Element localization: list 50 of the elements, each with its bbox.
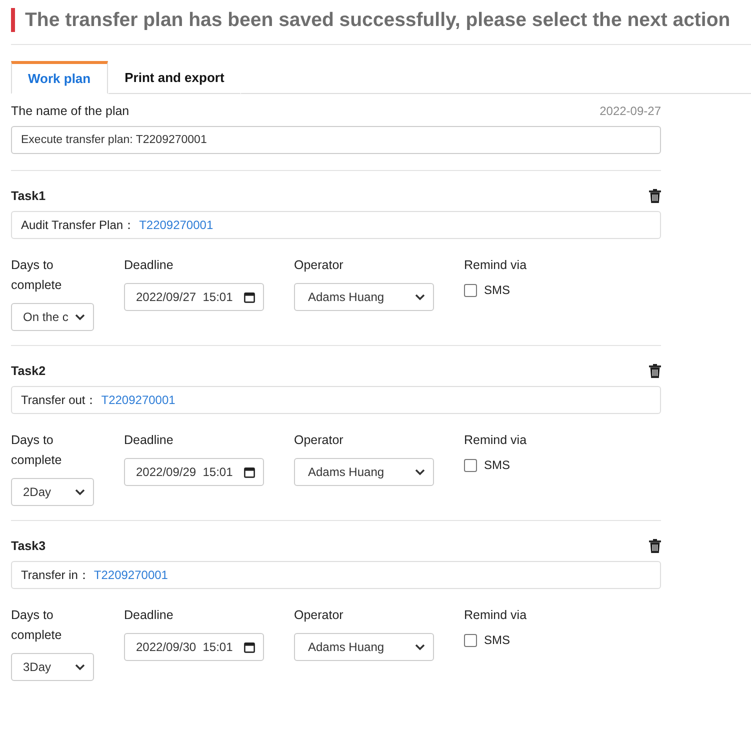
plan-link[interactable]: T2209270001 bbox=[139, 218, 214, 232]
plan-date: 2022-09-27 bbox=[600, 104, 661, 118]
days-select[interactable]: On the c bbox=[11, 303, 94, 331]
sms-checkbox[interactable]: SMS bbox=[464, 633, 584, 647]
deadline-field[interactable]: 2022/09/27 15:01 bbox=[124, 283, 264, 311]
days-label: Days to complete bbox=[11, 257, 63, 294]
trash-icon[interactable] bbox=[649, 539, 661, 553]
page-title: The transfer plan has been saved successfully, please select the next action bbox=[11, 8, 751, 32]
deadline-label: Deadline bbox=[124, 432, 174, 449]
chevron-icon bbox=[75, 488, 85, 496]
remind-label: Remind via bbox=[464, 607, 528, 624]
calendar-icon bbox=[244, 466, 255, 478]
task-title: Task2 bbox=[11, 364, 46, 378]
sms-checkbox[interactable]: SMS bbox=[464, 283, 584, 297]
task-action: Transfer in： bbox=[21, 566, 90, 584]
task-action: Transfer out： bbox=[21, 392, 98, 408]
tab[interactable]: Work plan bbox=[11, 61, 108, 94]
trash-icon[interactable] bbox=[649, 189, 661, 203]
plan-link[interactable]: T2209270001 bbox=[94, 568, 168, 582]
task-action: Audit Transfer Plan： bbox=[21, 216, 136, 234]
plan-link[interactable]: T2209270001 bbox=[101, 393, 176, 407]
deadline-label: Deadline bbox=[124, 607, 174, 624]
deadline-field[interactable]: 2022/09/30 15:01 bbox=[124, 633, 264, 661]
chevron-icon bbox=[75, 664, 85, 670]
operator-select[interactable]: Adams Huang bbox=[294, 458, 434, 486]
calendar-icon bbox=[244, 642, 255, 652]
chevron-icon bbox=[415, 294, 425, 300]
operator-label: Operator bbox=[294, 432, 344, 449]
chevron-icon bbox=[415, 468, 425, 476]
task-title: Task3 bbox=[11, 539, 46, 553]
sms-checkbox[interactable]: SMS bbox=[464, 458, 584, 472]
remind-label: Remind via bbox=[464, 257, 528, 274]
remind-label: Remind via bbox=[464, 432, 528, 449]
calendar-icon bbox=[244, 292, 255, 302]
plan-name-field[interactable]: Execute transfer plan: T2209270001 bbox=[11, 126, 661, 154]
chevron-icon bbox=[415, 644, 425, 650]
operator-select[interactable]: Adams Huang bbox=[294, 633, 434, 661]
operator-label: Operator bbox=[294, 607, 344, 624]
deadline-field[interactable]: 2022/09/29 15:01 bbox=[124, 458, 264, 486]
trash-icon[interactable] bbox=[649, 364, 661, 378]
chevron-icon bbox=[75, 314, 85, 320]
days-label: Days to complete bbox=[11, 432, 63, 469]
task-title: Task1 bbox=[11, 189, 46, 203]
days-select[interactable]: 3Day bbox=[11, 653, 94, 681]
plan-name-label: The name of the plan bbox=[11, 104, 130, 118]
deadline-label: Deadline bbox=[124, 257, 174, 274]
days-label: Days to complete bbox=[11, 607, 63, 644]
operator-select[interactable]: Adams Huang bbox=[294, 283, 434, 311]
operator-label: Operator bbox=[294, 257, 344, 274]
days-select[interactable]: 2Day bbox=[11, 478, 94, 506]
